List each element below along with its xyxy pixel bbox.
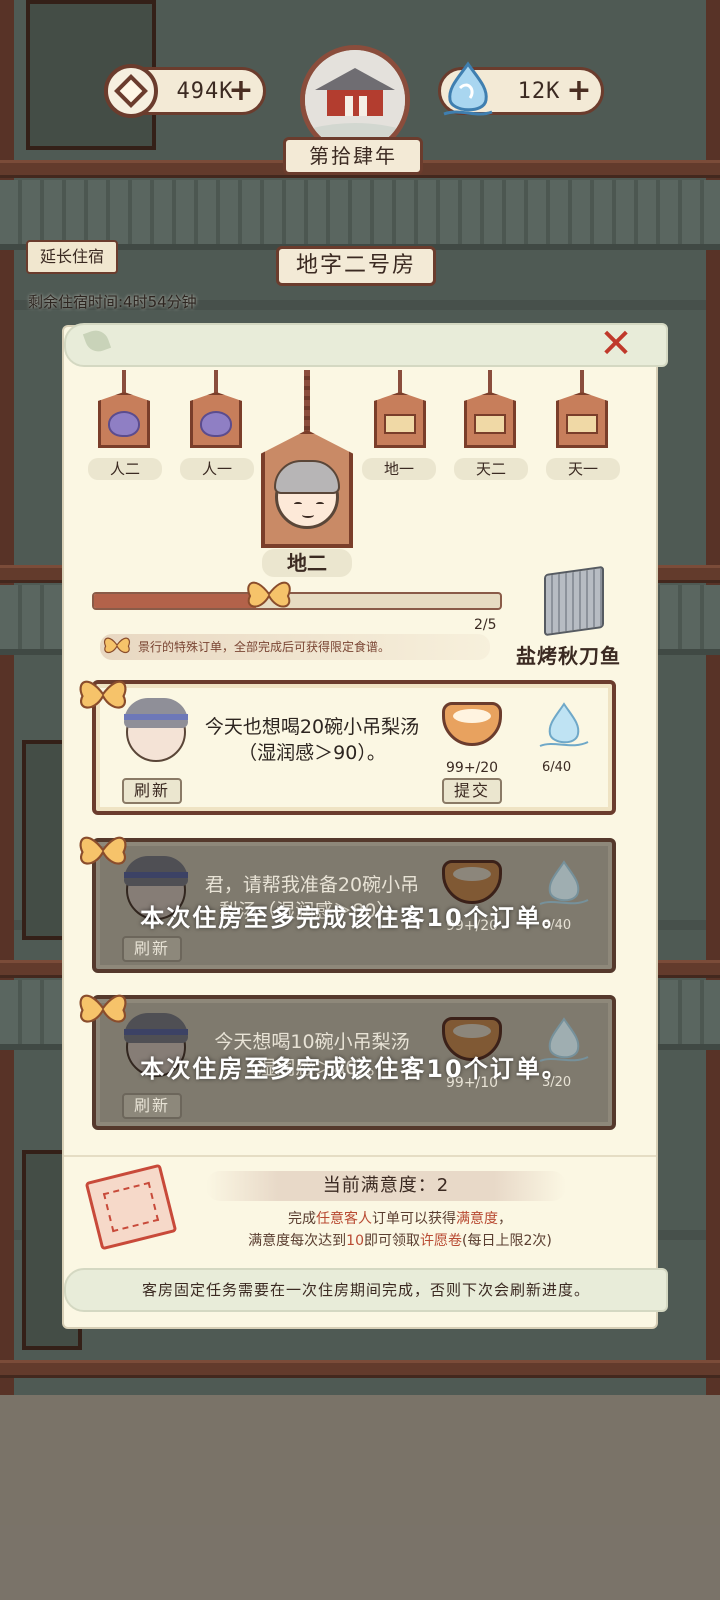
satisfaction-value: 当前满意度：2 [206, 1171, 566, 1201]
drawer-box-icon [384, 414, 416, 434]
butterfly-icon [247, 581, 291, 608]
order-limit-message: 本次住房至多完成该住客10个订单。 [140, 904, 568, 932]
butterfly-icon [79, 994, 127, 1023]
pavilion-icon [305, 50, 405, 150]
refresh-button[interactable]: 刷新 [122, 936, 182, 962]
close-button[interactable]: ✕ [598, 324, 634, 364]
order-card-locked: 刷新 君，请帮我准备20碗小吊梨汤（湿润感＞80）。 99+/20 6/40 本… [92, 838, 616, 973]
progress-fill [94, 594, 257, 608]
guest-tag-label: 人二 [88, 458, 162, 480]
coin-value: 494K [176, 78, 234, 104]
panel-header-bar [64, 323, 668, 367]
selected-guest-label: 地二 [262, 549, 352, 577]
refresh-button[interactable]: 刷新 [122, 778, 182, 804]
guest-tag-label: 人一 [180, 458, 254, 480]
butterfly-icon [79, 680, 127, 709]
room-task-footer-note: 客房固定任务需要在一次住房期间完成，否则下次会刷新进度。 [64, 1268, 668, 1312]
bowl-count: 99+/20 [446, 760, 499, 776]
drawer-box-icon [474, 414, 506, 434]
purple-bag-icon [108, 411, 140, 437]
spirit-reward-count: 6/40 [542, 760, 572, 775]
rule-text: 满意度每次达到 [248, 1233, 347, 1249]
butterfly-icon [79, 836, 127, 865]
extend-stay-button[interactable]: 延长住宿 [26, 240, 118, 274]
rule-highlight: 满意度 [456, 1211, 498, 1227]
recipe-scroll-icon[interactable] [544, 565, 604, 637]
guest-tag-label: 天一 [546, 458, 620, 480]
spirit-drop-icon [443, 61, 493, 116]
spirit-drop-icon [539, 702, 589, 747]
add-spirit-button[interactable]: + [565, 76, 593, 106]
purple-bag-icon [200, 411, 232, 437]
rule-highlight: 任意客人 [316, 1211, 372, 1227]
special-order-progress-bar [92, 592, 502, 610]
guest-tag-label: 天二 [454, 458, 528, 480]
butterfly-icon [103, 637, 131, 654]
rule-highlight: 10 [346, 1233, 364, 1249]
guest-tag-label: 地一 [362, 458, 436, 480]
rule-text: (每日上限2次) [461, 1233, 552, 1249]
order-request-text: 今天也想喝20碗小吊梨汤（湿润感＞90）。 [204, 716, 420, 764]
add-coins-button[interactable]: + [227, 76, 255, 106]
order-limit-message: 本次住房至多完成该住客10个订单。 [140, 1055, 568, 1083]
rule-text: 即可领取 [363, 1233, 420, 1249]
rule-highlight: 许愿卷 [419, 1233, 462, 1249]
hanging-rope [304, 370, 310, 440]
smiling-face-icon [274, 460, 340, 529]
pear-soup-bowl-icon [442, 702, 502, 746]
room-title: 地字二号房 [276, 246, 436, 286]
submit-button[interactable]: 提交 [442, 778, 502, 804]
year-label: 第拾肆年 [283, 137, 423, 175]
rule-text: 完成 [288, 1211, 316, 1227]
remaining-stay-time: 剩余住宿时间:4时54分钟 [28, 293, 197, 311]
order-card-locked: 刷新 今天想喝10碗小吊梨汤（湿润感＞80）。 99+/10 3/20 本次住房… [92, 995, 616, 1130]
coin-icon [104, 64, 158, 118]
progress-count: 2/5 [474, 617, 497, 633]
special-order-note: 景行的特殊订单，全部完成后可获得限定食谱。 [100, 634, 490, 660]
rule-text: ， [498, 1211, 512, 1227]
satisfaction-rules: 完成任意客人订单可以获得满意度， 满意度每次达到10即可领取许愿卷(每日上限2次… [170, 1208, 630, 1252]
order-card: 刷新 今天也想喝20碗小吊梨汤（湿润感＞90）。 99+/20 提交 6/40 [92, 680, 616, 815]
rule-text: 订单可以获得 [372, 1211, 456, 1227]
drawer-box-icon [566, 414, 598, 434]
spirit-value: 12K [517, 78, 561, 104]
recipe-reward-name: 盐烤秋刀鱼 [516, 644, 621, 668]
refresh-button[interactable]: 刷新 [122, 1093, 182, 1119]
guest-avatar [124, 698, 188, 762]
